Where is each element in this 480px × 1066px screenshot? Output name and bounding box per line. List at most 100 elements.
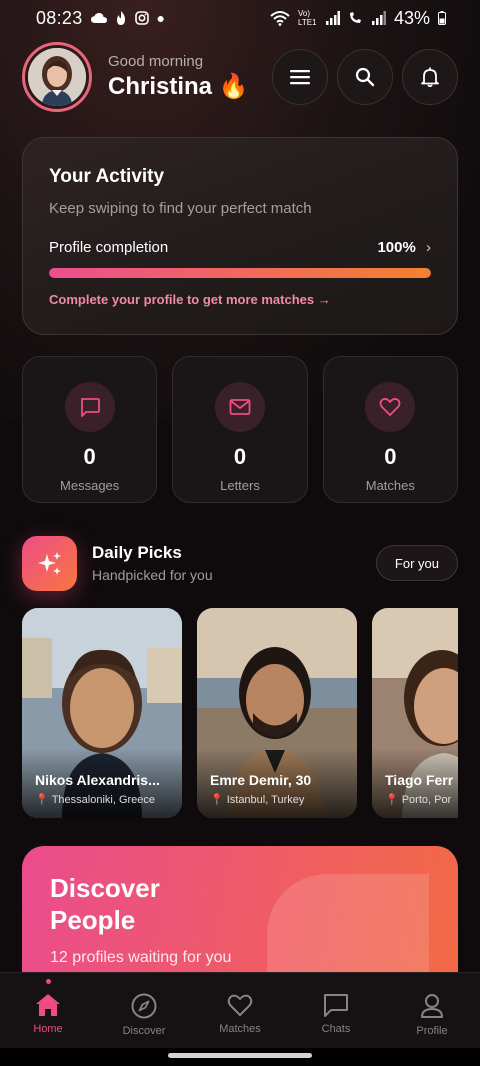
stats-row: 0 Messages 0 Letters 0 Matches — [22, 356, 458, 503]
nav-matches[interactable]: Matches — [192, 973, 288, 1048]
pick-card[interactable]: Nikos Alexandris... 📍 Thessaloniki, Greec… — [22, 608, 182, 818]
discover-decoration — [267, 874, 429, 972]
pick-name: Tiago Ferr — [385, 772, 454, 788]
stat-icon-wrap — [214, 382, 265, 432]
nav-label: Chats — [321, 1023, 351, 1035]
pin-icon: 📍 — [385, 794, 399, 806]
stat-value: 0 — [233, 444, 247, 469]
avatar-photo — [28, 48, 86, 106]
cloud-icon — [90, 13, 107, 23]
profile-completion-row[interactable]: Profile completion 100% › — [49, 239, 431, 256]
for-you-button[interactable]: For you — [375, 545, 458, 581]
nav-discover[interactable]: Discover — [96, 973, 192, 1048]
menu-icon — [290, 70, 310, 85]
pin-icon: 📍 — [210, 794, 224, 806]
complete-profile-link[interactable]: Complete your profile to get more matche… — [49, 292, 431, 307]
stat-value: 0 — [83, 444, 96, 469]
home-indicator[interactable] — [168, 1053, 312, 1058]
signal-icon — [325, 11, 340, 25]
stat-value: 0 — [384, 444, 397, 469]
wifi-icon — [270, 11, 290, 26]
discover-card[interactable]: Discover People 12 profiles waiting for … — [22, 846, 458, 972]
pick-name: Emre Demir, 30 — [210, 772, 312, 788]
nav-chats[interactable]: Chats — [288, 973, 384, 1048]
status-left: 08:23 ● — [36, 8, 165, 29]
status-right: Vo) LTE1 43% — [270, 8, 446, 29]
discover-title: Discover People — [50, 873, 160, 935]
nav-label: Matches — [219, 1023, 261, 1035]
user-name-line: Christina 🔥 — [108, 72, 263, 101]
user-icon — [421, 994, 443, 1018]
notification-dot-icon: ● — [156, 10, 166, 26]
status-bar: 08:23 ● Vo) LTE1 43% — [0, 0, 480, 36]
pick-location-text: Istanbul, Turkey — [226, 794, 305, 806]
battery-icon — [438, 11, 446, 25]
stat-messages[interactable]: 0 Messages — [22, 356, 158, 503]
header: Good morning Christina 🔥 — [22, 42, 458, 112]
pick-name: Nikos Alexandris... — [35, 772, 160, 788]
pick-card[interactable]: Tiago Ferr 📍 Porto, Por — [372, 608, 458, 818]
avatar-image — [28, 48, 86, 106]
chat-icon — [324, 994, 348, 1017]
message-icon — [80, 398, 100, 417]
notifications-button[interactable] — [402, 49, 458, 105]
chevron-right-icon: › — [426, 239, 431, 256]
nav-label: Home — [33, 1023, 63, 1035]
stat-matches[interactable]: 0 Matches — [322, 356, 458, 503]
flame-status-icon — [116, 11, 125, 25]
activity-title: Your Activity — [49, 166, 165, 187]
status-time: 08:23 — [36, 7, 83, 28]
activity-card: Your Activity Keep swiping to find your … — [22, 137, 458, 335]
stat-icon-wrap — [365, 382, 416, 432]
profile-completion-label: Profile completion — [49, 239, 169, 256]
stat-label: Letters — [220, 478, 260, 493]
nav-home[interactable]: Home — [0, 973, 96, 1048]
pick-location: 📍 Thessaloniki, Greece — [35, 793, 155, 806]
signal-icon-2 — [371, 11, 386, 25]
daily-picks-subtitle: Handpicked for you — [92, 567, 213, 583]
pick-card[interactable]: Emre Demir, 30 📍 Istanbul, Turkey — [197, 608, 357, 818]
bell-icon — [421, 67, 439, 87]
wifi-call-icon — [349, 12, 361, 23]
compass-icon — [131, 993, 157, 1019]
daily-picks-title: Daily Picks — [92, 543, 182, 562]
instagram-icon — [134, 11, 149, 25]
avatar[interactable] — [22, 42, 92, 112]
heart-icon — [227, 994, 253, 1016]
profile-completion-value: 100% — [377, 239, 416, 256]
stat-icon-wrap — [64, 382, 115, 432]
profile-completion-fill — [49, 268, 431, 278]
nav-profile[interactable]: Profile — [384, 973, 480, 1048]
lte-label: Vo) LTE1 — [297, 9, 317, 27]
search-icon — [355, 67, 375, 87]
search-button[interactable] — [337, 49, 393, 105]
pick-location: 📍 Porto, Por — [385, 793, 451, 806]
envelope-icon — [229, 399, 251, 415]
sparkles-icon — [37, 552, 61, 575]
battery-percent: 43% — [393, 7, 430, 28]
home-icon — [36, 994, 60, 1016]
profile-completion-bar — [49, 268, 431, 278]
daily-picks-header: Daily Picks Handpicked for you For you — [22, 535, 458, 591]
flame-emoji-icon: 🔥 — [218, 73, 249, 100]
daily-picks-text: Daily Picks Handpicked for you — [92, 543, 376, 583]
user-name: Christina — [108, 73, 213, 100]
pick-location-text: Porto, Por — [401, 794, 452, 806]
menu-button[interactable] — [272, 49, 328, 105]
stat-letters[interactable]: 0 Letters — [172, 356, 308, 503]
daily-picks-carousel[interactable]: Nikos Alexandris... 📍 Thessaloniki, Greec… — [22, 608, 458, 818]
greeting-block: Good morning Christina 🔥 — [108, 53, 263, 101]
bottom-nav: Home Discover Matches Chats Profile — [0, 972, 480, 1048]
pick-location: 📍 Istanbul, Turkey — [210, 793, 304, 806]
stat-label: Matches — [365, 478, 415, 493]
stat-label: Messages — [60, 478, 120, 493]
heart-icon — [379, 397, 401, 416]
nav-label: Profile — [416, 1025, 448, 1037]
pin-icon: 📍 — [35, 794, 49, 806]
activity-subtitle: Keep swiping to find your perfect match — [49, 200, 312, 217]
greeting-text: Good morning — [108, 53, 204, 70]
pick-location-text: Thessaloniki, Greece — [51, 794, 156, 806]
nav-label: Discover — [122, 1025, 166, 1037]
profile-completion-value-wrap: 100% › — [377, 239, 431, 256]
sparkles-icon-wrap — [22, 535, 77, 591]
